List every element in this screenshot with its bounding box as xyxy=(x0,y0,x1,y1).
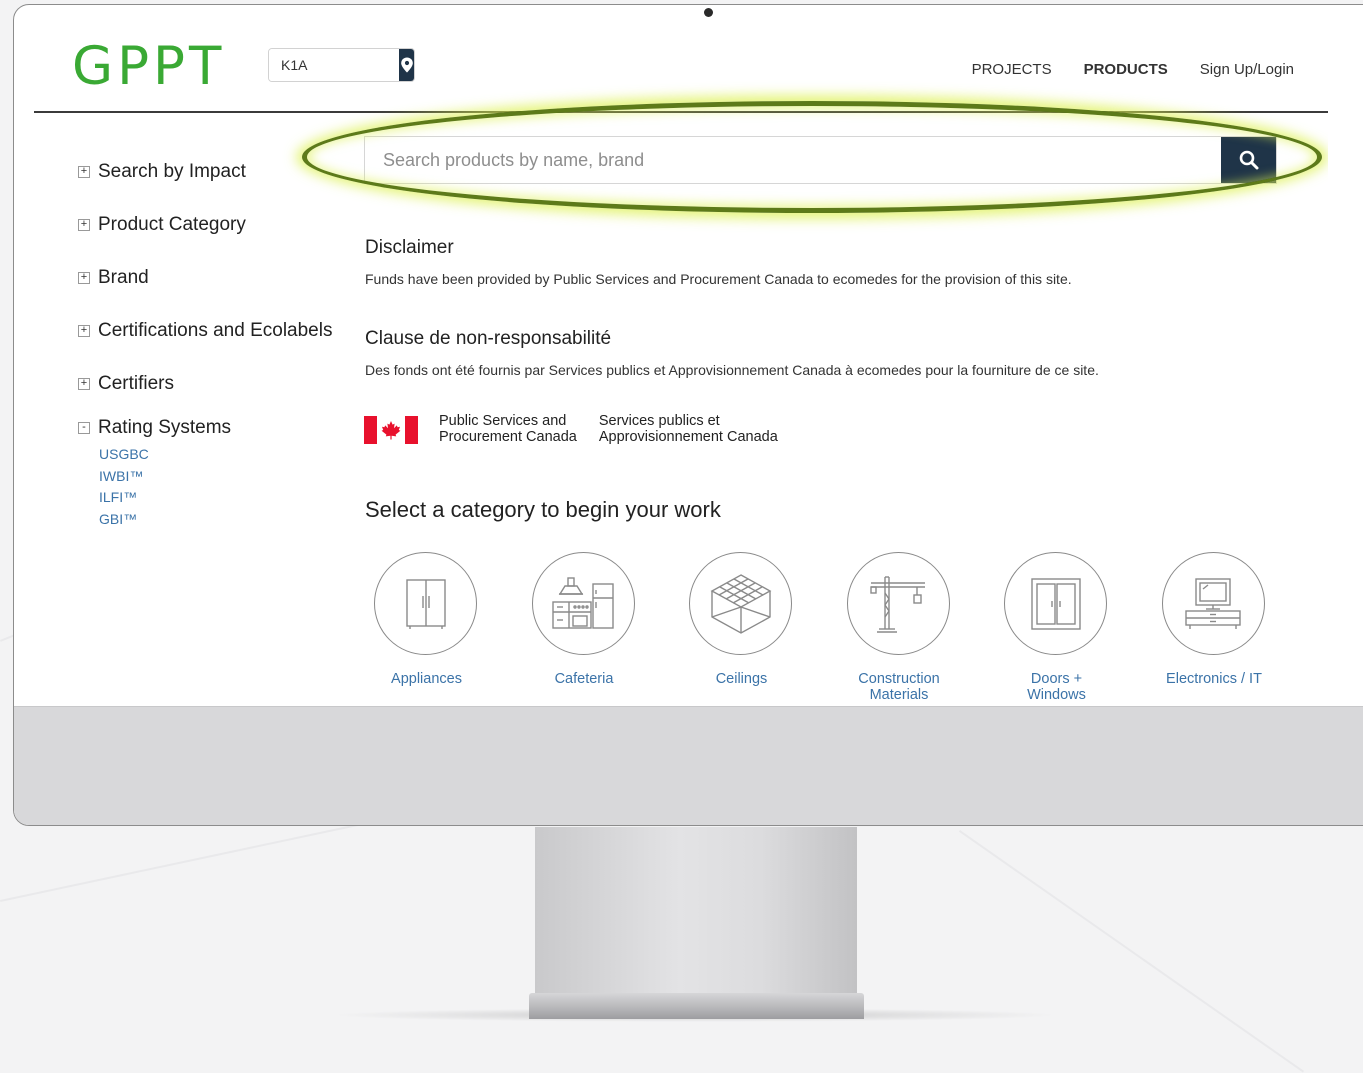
postal-code-input[interactable] xyxy=(269,49,399,81)
expand-icon: + xyxy=(78,271,90,284)
door-icon xyxy=(1030,577,1081,630)
location-picker xyxy=(268,48,415,82)
category-grid: Appliances Cafeteria Ceilings Constructi… xyxy=(374,552,1319,703)
monitor-stand xyxy=(535,827,857,999)
rating-systems-list: USGBC IWBI™ ILFI™ GBI™ xyxy=(78,444,358,530)
map-pin-icon xyxy=(400,57,413,73)
category-cafeteria[interactable]: Cafeteria xyxy=(531,552,690,703)
filter-label: Certifiers xyxy=(98,372,175,394)
category-label: Doors + Windows xyxy=(1027,671,1086,703)
collapse-icon: - xyxy=(78,422,90,434)
site-logo[interactable]: GPPT xyxy=(72,36,225,97)
filter-label: Certifications and Ecolabels xyxy=(98,319,333,341)
filter-sidebar: + Search by Impact + Product Category + … xyxy=(78,145,358,530)
ceiling-tile-icon xyxy=(710,573,771,634)
category-label: Appliances xyxy=(391,671,462,687)
filter-label: Brand xyxy=(98,266,149,288)
category-construction-materials[interactable]: Construction Materials xyxy=(846,552,1005,703)
disclaimer-text-fr: Des fonds ont été fournis par Services p… xyxy=(365,362,1099,378)
nav-products[interactable]: PRODUCTS xyxy=(1084,61,1168,78)
government-name-fr: Services publics et Approvisionnement Ca… xyxy=(598,413,778,445)
filter-search-by-impact[interactable]: + Search by Impact xyxy=(78,145,358,198)
search-icon xyxy=(1239,150,1258,170)
product-search-input[interactable] xyxy=(365,137,1221,183)
disclaimer-title-fr: Clause de non-responsabilité xyxy=(365,328,612,349)
category-label: Ceilings xyxy=(715,671,768,687)
filter-label: Search by Impact xyxy=(98,160,246,182)
rating-system-link[interactable]: ILFI™ xyxy=(99,487,358,509)
product-search-bar xyxy=(364,136,1277,184)
filter-product-category[interactable]: + Product Category xyxy=(78,198,358,251)
monitor-chin xyxy=(14,706,1363,825)
category-heading: Select a category to begin your work xyxy=(365,497,721,522)
filter-label: Product Category xyxy=(98,213,246,235)
expand-icon: + xyxy=(78,377,90,390)
category-doors-windows[interactable]: Doors + Windows xyxy=(1004,552,1162,703)
government-name-en: Public Services and Procurement Canada xyxy=(439,413,577,445)
filter-brand[interactable]: + Brand xyxy=(78,251,358,304)
category-label: Cafeteria xyxy=(554,671,614,687)
search-button[interactable] xyxy=(1221,137,1276,183)
nav-projects[interactable]: PROJECTS xyxy=(972,61,1052,78)
expand-icon: + xyxy=(78,165,90,178)
disclaimer-text: Funds have been provided by Public Servi… xyxy=(365,271,1072,287)
nav-signup-login[interactable]: Sign Up/Login xyxy=(1200,61,1294,78)
category-electronics-it[interactable]: Electronics / IT xyxy=(1161,552,1320,703)
kitchen-icon xyxy=(552,576,614,629)
background-line xyxy=(958,830,1305,1073)
expand-icon: + xyxy=(78,218,90,231)
category-label: Construction Materials xyxy=(858,671,940,703)
disclaimer-title: Disclaimer xyxy=(365,237,454,258)
maple-leaf-icon xyxy=(381,421,401,440)
screen: GPPT PROJECTS PRODUCTS Sign Up/Login + S… xyxy=(34,21,1328,706)
monitor-frame: GPPT PROJECTS PRODUCTS Sign Up/Login + S… xyxy=(13,4,1363,826)
header-divider xyxy=(34,111,1328,113)
filter-certifiers[interactable]: + Certifiers xyxy=(78,357,358,410)
category-label: Electronics / IT xyxy=(1166,671,1262,687)
crane-icon xyxy=(870,575,925,633)
filter-certifications-ecolabels[interactable]: + Certifications and Ecolabels xyxy=(78,304,358,357)
locate-button[interactable] xyxy=(399,49,414,81)
filter-label: Rating Systems xyxy=(98,417,232,438)
expand-icon: + xyxy=(78,324,90,337)
category-appliances[interactable]: Appliances xyxy=(374,552,532,703)
monitor-stand-base xyxy=(529,993,864,1019)
canada-flag-icon xyxy=(364,416,418,444)
computer-icon xyxy=(1185,577,1241,629)
government-signature: Public Services and Procurement Canada S… xyxy=(364,413,778,445)
category-ceilings[interactable]: Ceilings xyxy=(689,552,847,703)
filter-rating-systems[interactable]: - Rating Systems xyxy=(78,410,358,446)
rating-system-link[interactable]: IWBI™ xyxy=(99,466,358,488)
top-nav: PROJECTS PRODUCTS Sign Up/Login xyxy=(972,61,1294,78)
camera-icon xyxy=(704,8,713,17)
rating-system-link[interactable]: USGBC xyxy=(99,444,358,466)
refrigerator-icon xyxy=(405,578,446,629)
rating-system-link[interactable]: GBI™ xyxy=(99,509,358,531)
